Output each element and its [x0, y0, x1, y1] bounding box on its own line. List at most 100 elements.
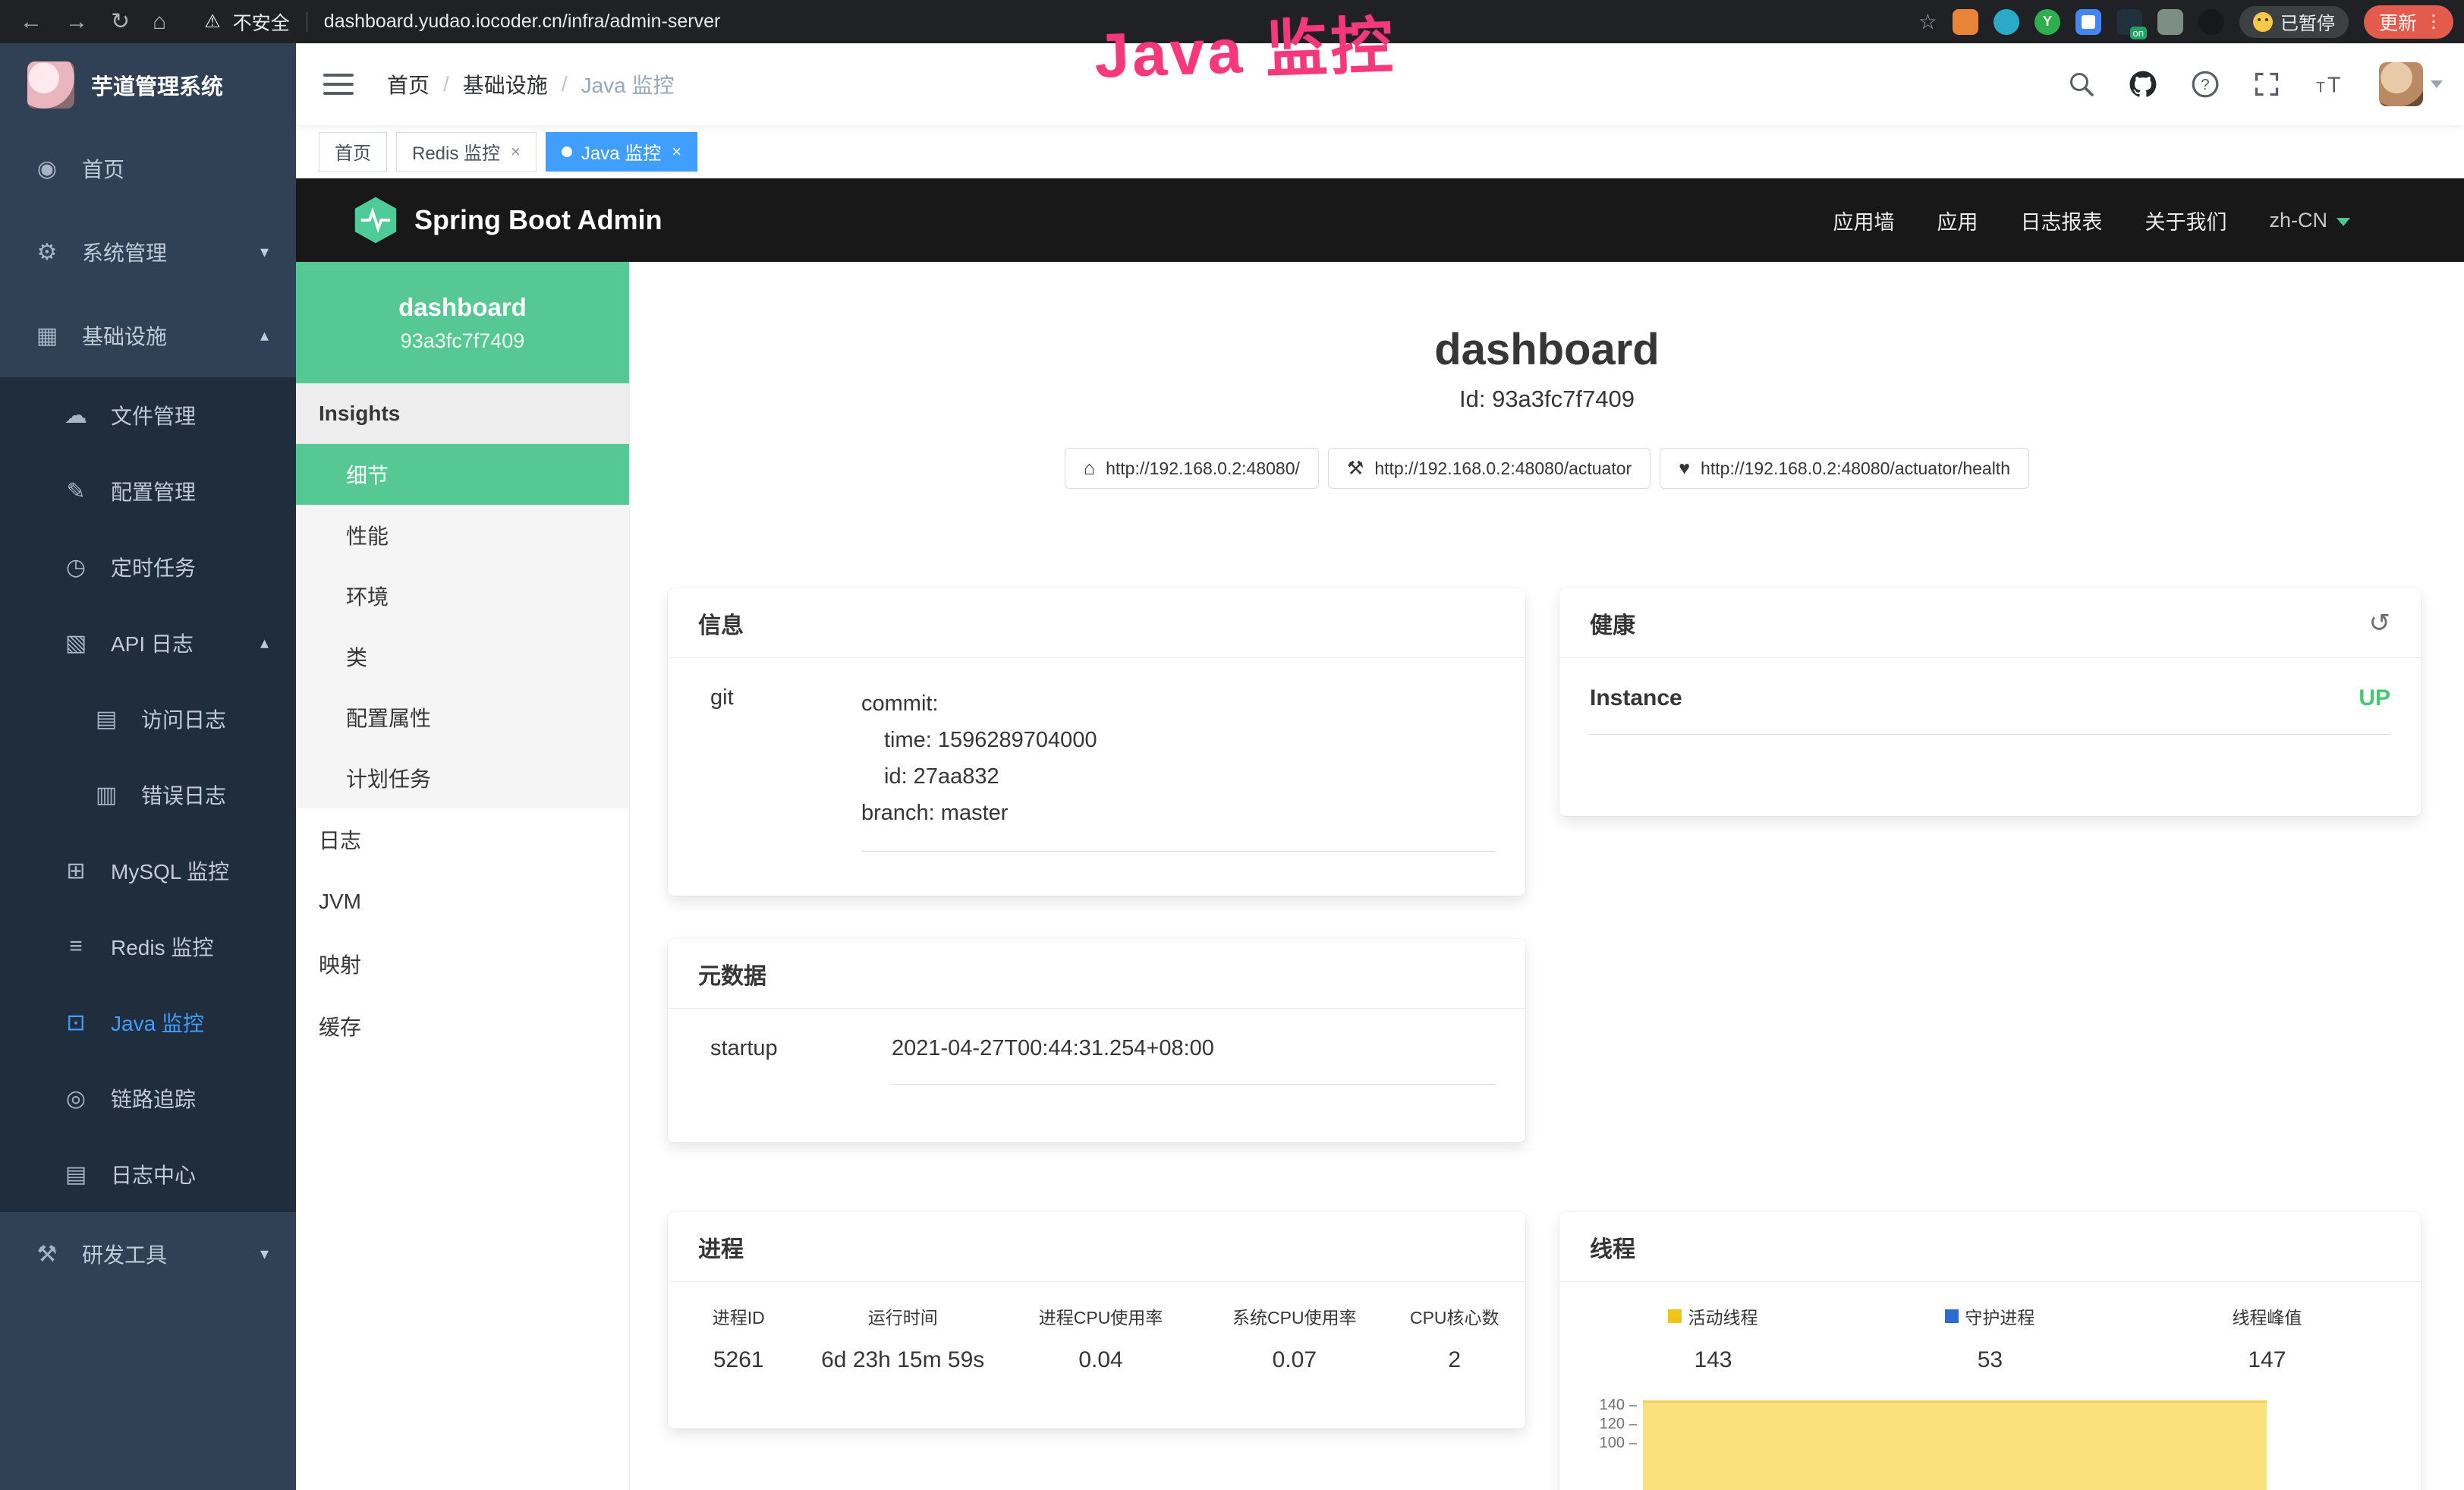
sidebar-item-dev-tools[interactable]: ⚒ 研发工具 ▾	[0, 1212, 296, 1296]
close-icon[interactable]: ×	[672, 142, 681, 162]
chevron-down-icon: ▾	[260, 242, 269, 262]
process-col-process-cpu: 进程CPU使用率 0.04	[1004, 1303, 1197, 1373]
monitor-icon: ⊡	[62, 1010, 90, 1036]
health-url-chip[interactable]: ♥ http://192.168.0.2:48080/actuator/heal…	[1660, 448, 2029, 489]
service-url-chip[interactable]: ⌂ http://192.168.0.2:48080/	[1065, 448, 1319, 489]
app-logo[interactable]: 芋道管理系统	[0, 43, 296, 127]
browser-home-button[interactable]: ⌂	[153, 9, 166, 35]
recording-paused-pill[interactable]: 已暂停	[2239, 6, 2349, 38]
legend-value: 143	[1575, 1347, 1852, 1373]
sidebar-item-error-logs[interactable]: ▥ 错误日志	[0, 757, 296, 833]
col-header: 运行时间	[802, 1303, 1004, 1329]
sba-logo-icon	[354, 196, 398, 244]
col-header: 系统CPU使用率	[1197, 1303, 1391, 1329]
browser-back-button[interactable]: ←	[20, 9, 42, 35]
sba-menu-metrics[interactable]: 性能	[296, 505, 629, 565]
breadcrumb: 首页 / 基础设施 / Java 监控	[387, 69, 675, 99]
sba-nav-about[interactable]: 关于我们	[2145, 206, 2226, 235]
sidebar-item-redis-monitor[interactable]: ≡ Redis 监控	[0, 909, 296, 984]
chrome-update-button[interactable]: 更新 ⋮	[2364, 5, 2453, 39]
sba-main-content: dashboard Id: 93a3fc7f7409 ⌂ http://192.…	[630, 262, 2464, 1490]
sidebar-item-system-management[interactable]: ⚙ 系统管理 ▾	[0, 210, 296, 294]
sba-menu-config-props[interactable]: 配置属性	[296, 687, 629, 748]
fullscreen-icon[interactable]	[2253, 71, 2280, 98]
sba-section-logs[interactable]: 日志	[296, 808, 629, 871]
github-icon[interactable]	[2129, 70, 2157, 99]
sidebar-item-infrastructure[interactable]: ▦ 基础设施 ▴	[0, 294, 296, 377]
sidebar-item-config-management[interactable]: ✎ 配置管理	[0, 453, 296, 529]
browser-forward-button[interactable]: →	[65, 9, 88, 35]
legend-swatch-yellow	[1668, 1309, 1682, 1323]
sba-section-jvm[interactable]: JVM	[296, 871, 629, 933]
git-commit-line: commit:	[861, 685, 1495, 722]
sba-language-select[interactable]: zh-CN	[2269, 209, 2350, 232]
tab-home[interactable]: 首页	[319, 132, 387, 172]
tab-redis-monitor[interactable]: Redis 监控 ×	[396, 132, 537, 172]
tab-label: 首页	[335, 138, 371, 165]
history-icon[interactable]: ↺	[2369, 608, 2391, 638]
avatar-image	[2379, 62, 2423, 106]
sidebar-item-scheduled-tasks[interactable]: ◷ 定时任务	[0, 529, 296, 605]
sba-section-caches[interactable]: 缓存	[296, 995, 629, 1057]
legend-label: 活动线程	[1688, 1303, 1758, 1329]
breadcrumb-infrastructure[interactable]: 基础设施	[463, 69, 548, 99]
sba-menu-environment[interactable]: 环境	[296, 565, 629, 626]
actuator-url-chip[interactable]: ⚒ http://192.168.0.2:48080/actuator	[1328, 448, 1651, 489]
tab-java-monitor[interactable]: Java 监控 ×	[546, 132, 697, 172]
bookmark-star-icon[interactable]: ☆	[1918, 9, 1937, 34]
sidebar-item-home[interactable]: ◉ 首页	[0, 127, 296, 210]
help-icon[interactable]: ?	[2191, 70, 2220, 99]
sba-section-mappings[interactable]: 映射	[296, 933, 629, 995]
card-title: 元数据	[698, 957, 766, 991]
sba-nav-wallboard[interactable]: 应用墙	[1833, 206, 1894, 235]
instance-header[interactable]: dashboard 93a3fc7f7409	[296, 262, 629, 383]
sba-menu-classes[interactable]: 类	[296, 626, 629, 687]
process-card-header: 进程	[668, 1212, 1525, 1282]
sidebar-item-access-logs[interactable]: ▤ 访问日志	[0, 681, 296, 757]
card-title: 信息	[698, 606, 744, 640]
tools-icon: ⚒	[33, 1241, 61, 1268]
sba-brand[interactable]: Spring Boot Admin	[354, 196, 662, 244]
wrench-icon: ⚒	[1347, 457, 1364, 480]
threads-chart-yaxis: 140 120 100	[1572, 1396, 1637, 1453]
breadcrumb-home[interactable]: 首页	[387, 69, 430, 99]
extension-icon-3[interactable]: Y	[2034, 9, 2060, 35]
process-col-uptime: 运行时间 6d 23h 15m 59s	[802, 1303, 1004, 1373]
instance-title: dashboard	[630, 324, 2464, 375]
sba-nav-applications[interactable]: 应用	[1937, 206, 1978, 235]
sidebar-item-java-monitor[interactable]: ⊡ Java 监控	[0, 984, 296, 1060]
sba-menu-scheduled-tasks[interactable]: 计划任务	[296, 748, 629, 808]
document-icon: ▥	[93, 782, 120, 808]
sidebar-item-link-tracing[interactable]: ◎ 链路追踪	[0, 1060, 296, 1136]
legend-daemon-threads: 守护进程 53	[1852, 1303, 2129, 1373]
sidebar-item-mysql-monitor[interactable]: ⊞ MySQL 监控	[0, 833, 296, 909]
security-warning-label: 不安全	[233, 8, 290, 36]
document-icon: ▧	[62, 630, 90, 657]
hamburger-icon[interactable]	[323, 74, 354, 95]
extension-icon-1[interactable]	[1953, 9, 1978, 35]
instance-id: 93a3fc7f7409	[401, 329, 525, 353]
extension-icon-5[interactable]: on	[2116, 9, 2142, 35]
legend-value: 53	[1852, 1347, 2129, 1373]
sidebar-item-log-center[interactable]: ▤ 日志中心	[0, 1136, 296, 1212]
chevron-down-icon	[2337, 218, 2350, 226]
chrome-menu-icon[interactable]: ⋮	[2425, 11, 2443, 33]
address-bar[interactable]: ⚠ 不安全 dashboard.yudao.iocoder.cn/infra/a…	[204, 8, 720, 36]
security-warning-icon: ⚠	[204, 11, 221, 33]
extension-icon-6[interactable]	[2157, 9, 2183, 35]
sidebar-item-file-management[interactable]: ☁ 文件管理	[0, 377, 296, 453]
extension-icon-2[interactable]	[1994, 9, 2019, 35]
extension-icon-7[interactable]	[2198, 9, 2224, 35]
sba-nav-journal[interactable]: 日志报表	[2020, 206, 2102, 235]
close-icon[interactable]: ×	[511, 142, 521, 162]
sidebar-item-api-logs[interactable]: ▧ API 日志 ▴	[0, 605, 296, 681]
extension-icon-4[interactable]	[2075, 9, 2101, 35]
search-icon[interactable]	[2068, 71, 2095, 98]
health-status-badge: UP	[2359, 685, 2390, 711]
ytick-label: 100	[1600, 1435, 1625, 1452]
sba-menu-details[interactable]: 细节	[296, 444, 629, 505]
ytick-label: 120	[1600, 1416, 1625, 1433]
browser-reload-button[interactable]: ↻	[111, 8, 130, 35]
user-avatar[interactable]	[2379, 62, 2443, 106]
font-size-icon[interactable]: TT	[2314, 71, 2346, 98]
